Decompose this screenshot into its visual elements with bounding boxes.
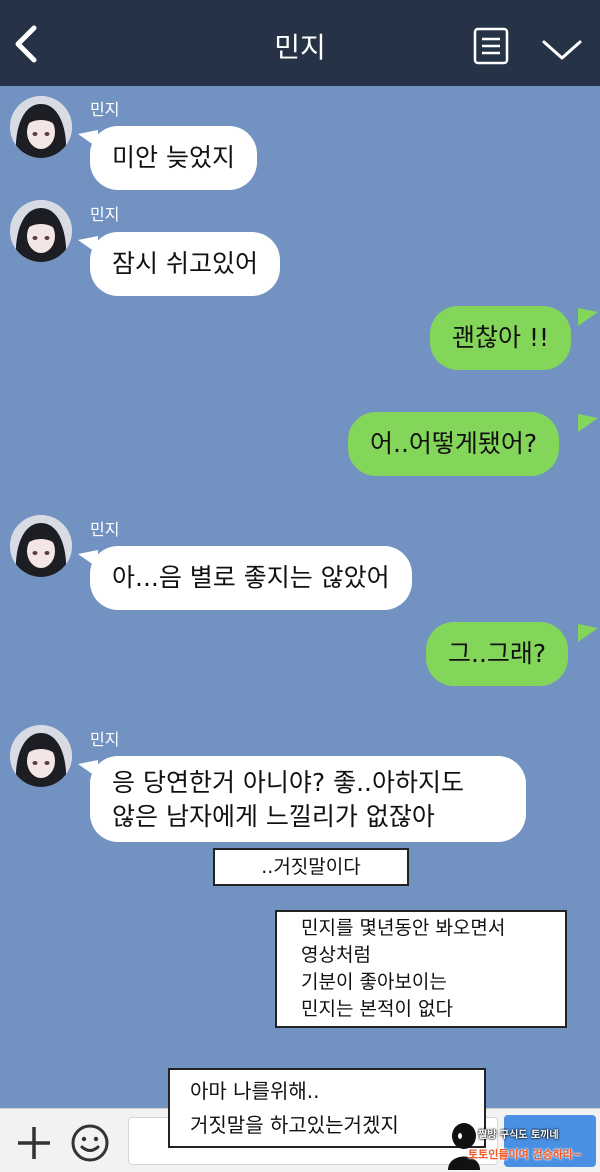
avatar[interactable] — [10, 515, 72, 577]
caption-line: 영상처럼 — [301, 944, 371, 966]
list-menu-icon[interactable] — [472, 26, 510, 66]
caption-line: 아마 나를위해.. — [190, 1079, 320, 1103]
caption-line: 민지는 본적이 없다 — [301, 998, 453, 1020]
sender-name: 민지 — [90, 520, 120, 539]
smiley-icon[interactable] — [70, 1123, 110, 1163]
bubble-tail — [578, 308, 598, 326]
message-bubble[interactable]: 어..어떻게됐어? — [348, 412, 560, 476]
message-bubble[interactable]: 아...음 별로 좋지는 않았어 — [90, 546, 412, 610]
caption-line: 기분이 좋아보이는 — [301, 971, 447, 993]
chat-title: 민지 — [274, 31, 326, 64]
watermark-text: 짤방 구식도 토끼네 — [478, 1130, 559, 1141]
avatar[interactable] — [10, 200, 72, 262]
chevron-down-icon[interactable] — [540, 36, 584, 64]
caption-box: 민지를 몇년동안 봐오면서 영상처럼 기분이 좋아보이는 민지는 본적이 없다 — [275, 910, 567, 1028]
caption-line: 거짓말을 하고있는거겠지 — [190, 1113, 399, 1137]
message-bubble[interactable]: 괜찮아 !! — [430, 306, 571, 370]
avatar[interactable] — [10, 725, 72, 787]
caption-line: 민지를 몇년동안 봐오면서 — [301, 917, 506, 939]
message-line: 않은 남자에게 느낄리가 없잖아 — [112, 802, 435, 831]
sender-name: 민지 — [90, 100, 120, 119]
chat-header: 민지 — [0, 0, 600, 86]
caption-box: ..거짓말이다 — [213, 848, 409, 886]
message-bubble[interactable]: 응 당연한거 아니야? 좋..아하지도 않은 남자에게 느낄리가 없잖아 — [90, 756, 526, 842]
bubble-tail — [578, 414, 598, 432]
caption-text: ..거짓말이다 — [261, 856, 361, 878]
message-bubble[interactable]: 미안 늦었지 — [90, 126, 257, 190]
watermark-text: 토토인들이여 건승하라~ — [468, 1148, 583, 1161]
message-bubble[interactable]: 그..그래? — [426, 622, 569, 686]
caption-box: 아마 나를위해.. 거짓말을 하고있는거겠지 — [168, 1068, 486, 1148]
bubble-tail — [578, 624, 598, 642]
sender-name: 민지 — [90, 205, 120, 224]
sender-name: 민지 — [90, 730, 120, 749]
plus-icon[interactable] — [14, 1123, 54, 1163]
avatar[interactable] — [10, 96, 72, 158]
message-line: 응 당연한거 아니야? 좋..아하지도 — [112, 768, 465, 797]
message-bubble[interactable]: 잠시 쉬고있어 — [90, 232, 280, 296]
